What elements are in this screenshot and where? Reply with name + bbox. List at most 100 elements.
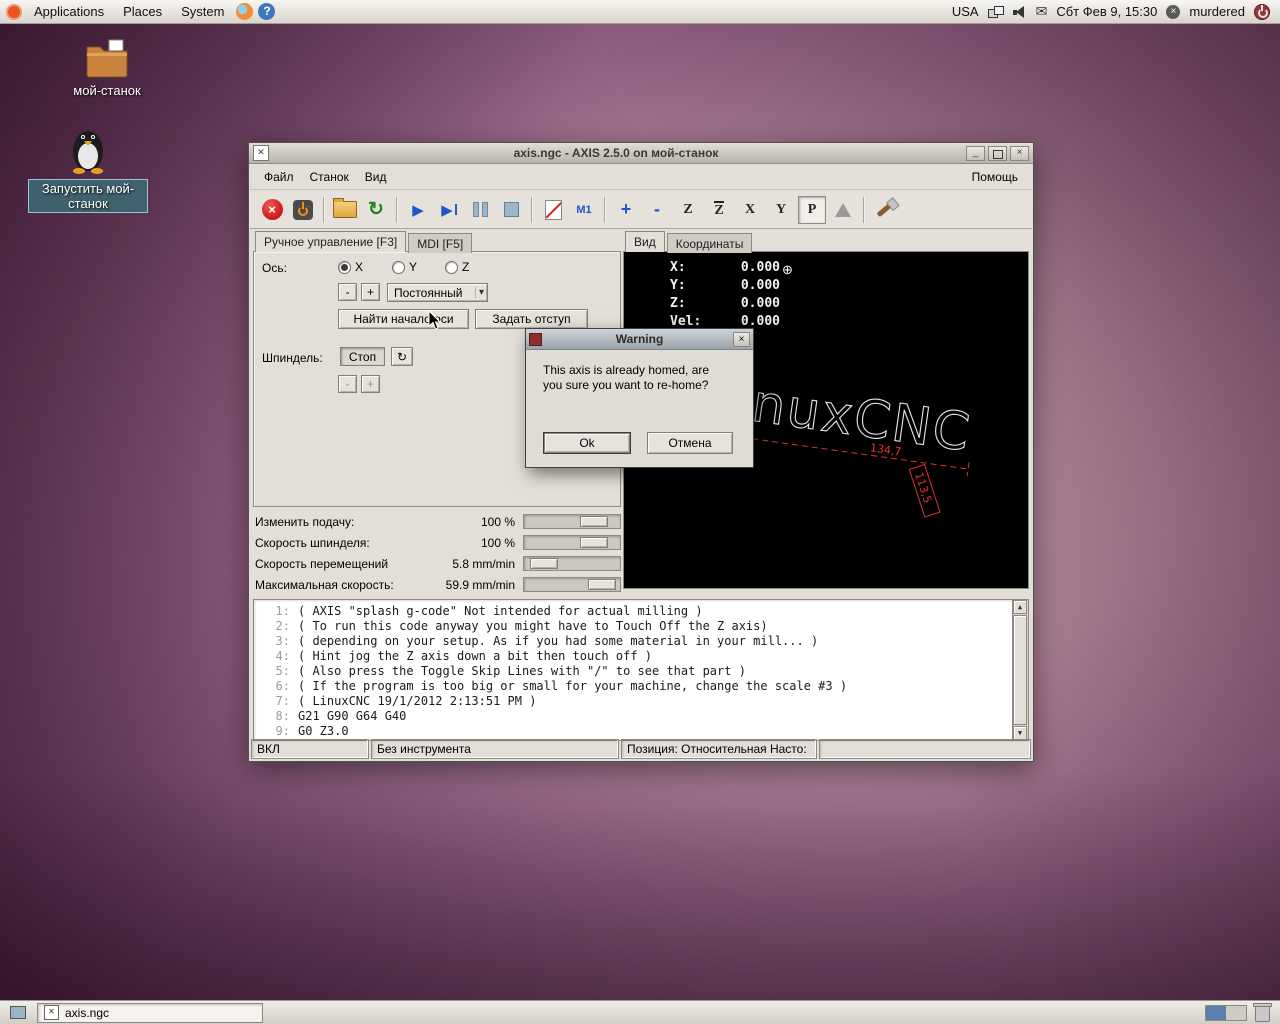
taskbar-window-button[interactable]: ✕ axis.ngc (37, 1002, 263, 1023)
spindle-override-slider[interactable] (523, 535, 621, 550)
clock[interactable]: Сбт Фев 9, 15:30 (1056, 4, 1157, 19)
desktop-background[interactable]: Applications Places System ? USA ✉ Сбт Ф… (0, 0, 1280, 1024)
scroll-down-icon[interactable]: ▼ (1013, 726, 1027, 740)
user-presence-icon[interactable]: × (1166, 4, 1181, 19)
jog-minus-button[interactable]: - (338, 283, 357, 301)
user-menu[interactable]: murdered (1189, 4, 1245, 19)
menu-view[interactable]: Вид (357, 166, 395, 188)
show-desktop-button[interactable] (4, 1002, 32, 1024)
network-icon[interactable] (987, 5, 1004, 18)
touch-off-button[interactable]: Задать отступ (475, 309, 588, 329)
slider-handle[interactable] (580, 537, 608, 548)
menu-file[interactable]: Файл (256, 166, 302, 188)
firefox-icon[interactable] (236, 3, 254, 20)
desktop-icon-label: мой-станок (73, 83, 141, 98)
scrollbar-thumb[interactable] (1013, 615, 1027, 725)
gcode-listing[interactable]: 1:( AXIS "splash g-code" Not intended fo… (253, 599, 1029, 741)
optional-pause-icon: M1 (576, 203, 592, 216)
mail-icon[interactable]: ✉ (1036, 3, 1048, 20)
zoom-out-button[interactable]: - (643, 196, 671, 224)
slider-handle[interactable] (588, 579, 616, 590)
open-folder-icon (333, 198, 357, 218)
jog-increment-dropdown[interactable]: Постоянный ▾ (387, 283, 488, 302)
jog-speed-label: Скорость перемещений (255, 557, 389, 571)
close-button[interactable]: × (1010, 145, 1029, 161)
menu-places[interactable]: Places (116, 1, 169, 22)
maximize-button[interactable] (988, 145, 1007, 161)
ok-button[interactable]: Ok (543, 432, 631, 454)
axis-x-radio[interactable]: X (338, 260, 363, 274)
view-z2-icon: Z (714, 201, 724, 218)
feed-override-slider[interactable] (523, 514, 621, 529)
menu-system[interactable]: System (174, 1, 231, 22)
desktop-icon-folder[interactable]: мой-станок (52, 38, 162, 98)
spindle-slower-button[interactable]: - (338, 375, 357, 393)
gcode-line: 7:( LinuxCNC 19/1/2012 2:13:51 PM ) (275, 694, 537, 708)
dialog-close-button[interactable]: × (733, 331, 750, 347)
volume-icon[interactable] (1012, 5, 1027, 19)
view-z-button[interactable]: Z (674, 196, 702, 224)
tab-preview[interactable]: Вид (625, 231, 665, 252)
desktop-icon-launcher[interactable]: Запустить мой-станок (28, 124, 148, 213)
spindle-faster-button[interactable]: + (361, 375, 380, 393)
clear-plot-button[interactable] (871, 196, 899, 224)
keyboard-layout-indicator[interactable]: USA (952, 4, 979, 19)
cancel-button[interactable]: Отмена (647, 432, 733, 454)
reload-file-button[interactable]: ↻ (362, 196, 390, 224)
tab-mdi[interactable]: MDI [F5] (408, 233, 473, 253)
gcode-line: 6:( If the program is too big or small f… (275, 679, 848, 693)
jog-speed-slider[interactable] (523, 556, 621, 571)
menu-machine[interactable]: Станок (302, 166, 357, 188)
toggle-optional-pause-button[interactable]: M1 (570, 196, 598, 224)
window-icon: ✕ (44, 1005, 59, 1020)
scroll-up-icon[interactable]: ▲ (1013, 600, 1027, 614)
trash-icon[interactable] (1253, 1003, 1272, 1022)
view-z2-button[interactable]: Z (705, 196, 733, 224)
slider-handle[interactable] (530, 558, 558, 569)
dialog-message: This axis is already homed, are you sure… (543, 363, 739, 393)
menu-help[interactable]: Помощь (964, 166, 1026, 188)
stop-program-button[interactable] (497, 196, 525, 224)
zoom-out-icon: - (654, 199, 660, 219)
run-program-button[interactable]: ▶ (404, 196, 432, 224)
tab-dro[interactable]: Координаты (666, 233, 753, 253)
workspace-switcher[interactable] (1205, 1004, 1247, 1021)
step-program-button[interactable]: ▶ (435, 196, 463, 224)
status-empty (819, 739, 1031, 759)
jog-plus-button[interactable]: + (361, 283, 380, 301)
open-file-button[interactable] (331, 196, 359, 224)
workspace-2[interactable] (1226, 1005, 1246, 1020)
max-velocity-slider[interactable] (523, 577, 621, 592)
taskbar-window-label: axis.ngc (65, 1005, 110, 1020)
toggle-skip-lines-button[interactable] (539, 196, 567, 224)
axis-z-radio[interactable]: Z (445, 260, 469, 274)
axis-y-radio[interactable]: Y (392, 260, 417, 274)
titlebar[interactable]: ✕ axis.ngc - AXIS 2.5.0 on мой-станок _ … (249, 143, 1033, 164)
workspace-1[interactable] (1206, 1005, 1226, 1020)
zoom-in-icon: + (620, 199, 632, 219)
pause-program-button[interactable] (466, 196, 494, 224)
minimize-button[interactable]: _ (966, 145, 985, 161)
radio-label: Y (409, 260, 418, 274)
rotate-view-button[interactable] (829, 196, 857, 224)
jog-speed-row: Скорость перемещений 5.8 mm/min (253, 553, 621, 574)
gcode-scrollbar[interactable]: ▲ ▼ (1012, 600, 1028, 740)
zoom-in-button[interactable]: + (612, 196, 640, 224)
slider-handle[interactable] (580, 516, 608, 527)
menu-applications[interactable]: Applications (27, 1, 111, 22)
tab-manual-control[interactable]: Ручное управление [F3] (255, 231, 407, 252)
dialog-titlebar[interactable]: Warning × (526, 329, 753, 350)
machine-power-button[interactable] (289, 196, 317, 224)
spindle-stop-button[interactable]: Стоп (340, 347, 385, 366)
view-perspective-button[interactable]: P (798, 195, 826, 224)
left-tabs: Ручное управление [F3] MDI [F5] (253, 231, 621, 253)
view-y-button[interactable]: Y (767, 196, 795, 224)
spindle-turn-button[interactable]: ↻ (391, 347, 413, 366)
shutdown-icon[interactable] (1254, 3, 1270, 20)
estop-button[interactable]: × (258, 196, 286, 224)
view-x-button[interactable]: X (736, 196, 764, 224)
home-axis-button[interactable]: Найти начало оси (338, 309, 469, 329)
distro-menu-icon[interactable] (6, 3, 22, 20)
help-icon[interactable]: ? (258, 3, 276, 20)
bottom-taskbar: ✕ axis.ngc (0, 1000, 1280, 1024)
